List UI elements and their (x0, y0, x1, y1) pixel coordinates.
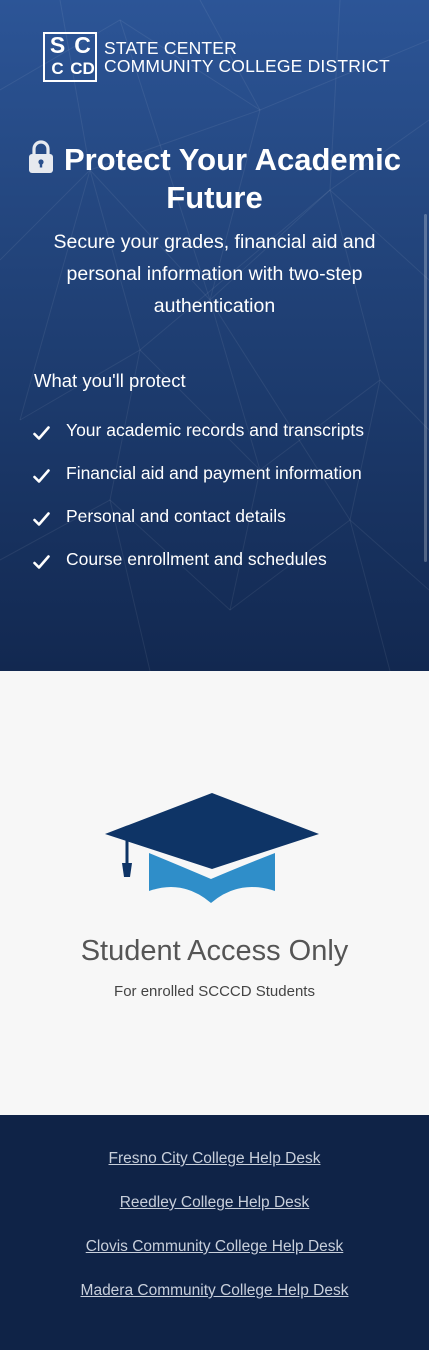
org-name: STATE CENTER COMMUNITY COLLEGE DISTRICT (104, 39, 390, 75)
district-logo: S C C CD STATE CENTER COMMUNITY COLLEGE … (43, 32, 390, 82)
check-icon (33, 426, 50, 440)
list-item: Personal and contact details (33, 506, 364, 549)
protect-item-label: Your academic records and transcripts (66, 420, 364, 440)
list-item: Your academic records and transcripts (33, 420, 364, 463)
help-desk-link-fresno[interactable]: Fresno City College Help Desk (0, 1150, 429, 1168)
protect-heading: What you'll protect (34, 370, 186, 391)
help-desk-link-reedley[interactable]: Reedley College Help Desk (0, 1194, 429, 1212)
logo-letter: C (51, 59, 64, 78)
protect-item-label: Course enrollment and schedules (66, 549, 327, 569)
scrollbar[interactable] (424, 214, 427, 562)
lock-icon (28, 140, 53, 173)
protect-item-label: Financial aid and payment information (66, 463, 362, 483)
org-name-line2: COMMUNITY COLLEGE DISTRICT (104, 56, 390, 76)
org-name-line1: STATE CENTER (104, 38, 238, 58)
student-access-section: Student Access Only For enrolled SCCCD S… (0, 671, 429, 1115)
list-item: Financial aid and payment information (33, 463, 364, 506)
help-desk-link-madera[interactable]: Madera Community College Help Desk (0, 1282, 429, 1300)
protect-item-label: Personal and contact details (66, 506, 286, 526)
protect-list: Your academic records and transcripts Fi… (33, 420, 364, 592)
logo-letter: C (74, 32, 91, 58)
list-item: Course enrollment and schedules (33, 549, 364, 592)
help-desk-footer: Fresno City College Help Desk Reedley Co… (0, 1115, 429, 1350)
access-subtitle: For enrolled SCCCD Students (114, 983, 315, 1000)
hero-subtitle: Secure your grades, financial aid and pe… (53, 231, 376, 317)
hero-section: S C C CD STATE CENTER COMMUNITY COLLEGE … (0, 0, 429, 671)
logo-letter: S (49, 32, 66, 58)
graduation-cap-icon (105, 793, 319, 903)
logo-letter: CD (70, 59, 95, 78)
hero-title-text: Protect Your Academic Future (63, 142, 402, 215)
access-title: Student Access Only (80, 935, 349, 967)
check-icon (33, 469, 50, 483)
help-desk-link-clovis[interactable]: Clovis Community College Help Desk (0, 1238, 429, 1256)
check-icon (33, 512, 50, 526)
logo-mark: S C C CD (43, 32, 97, 82)
hero-title: Protect Your Academic Future (20, 140, 409, 217)
check-icon (33, 555, 50, 569)
